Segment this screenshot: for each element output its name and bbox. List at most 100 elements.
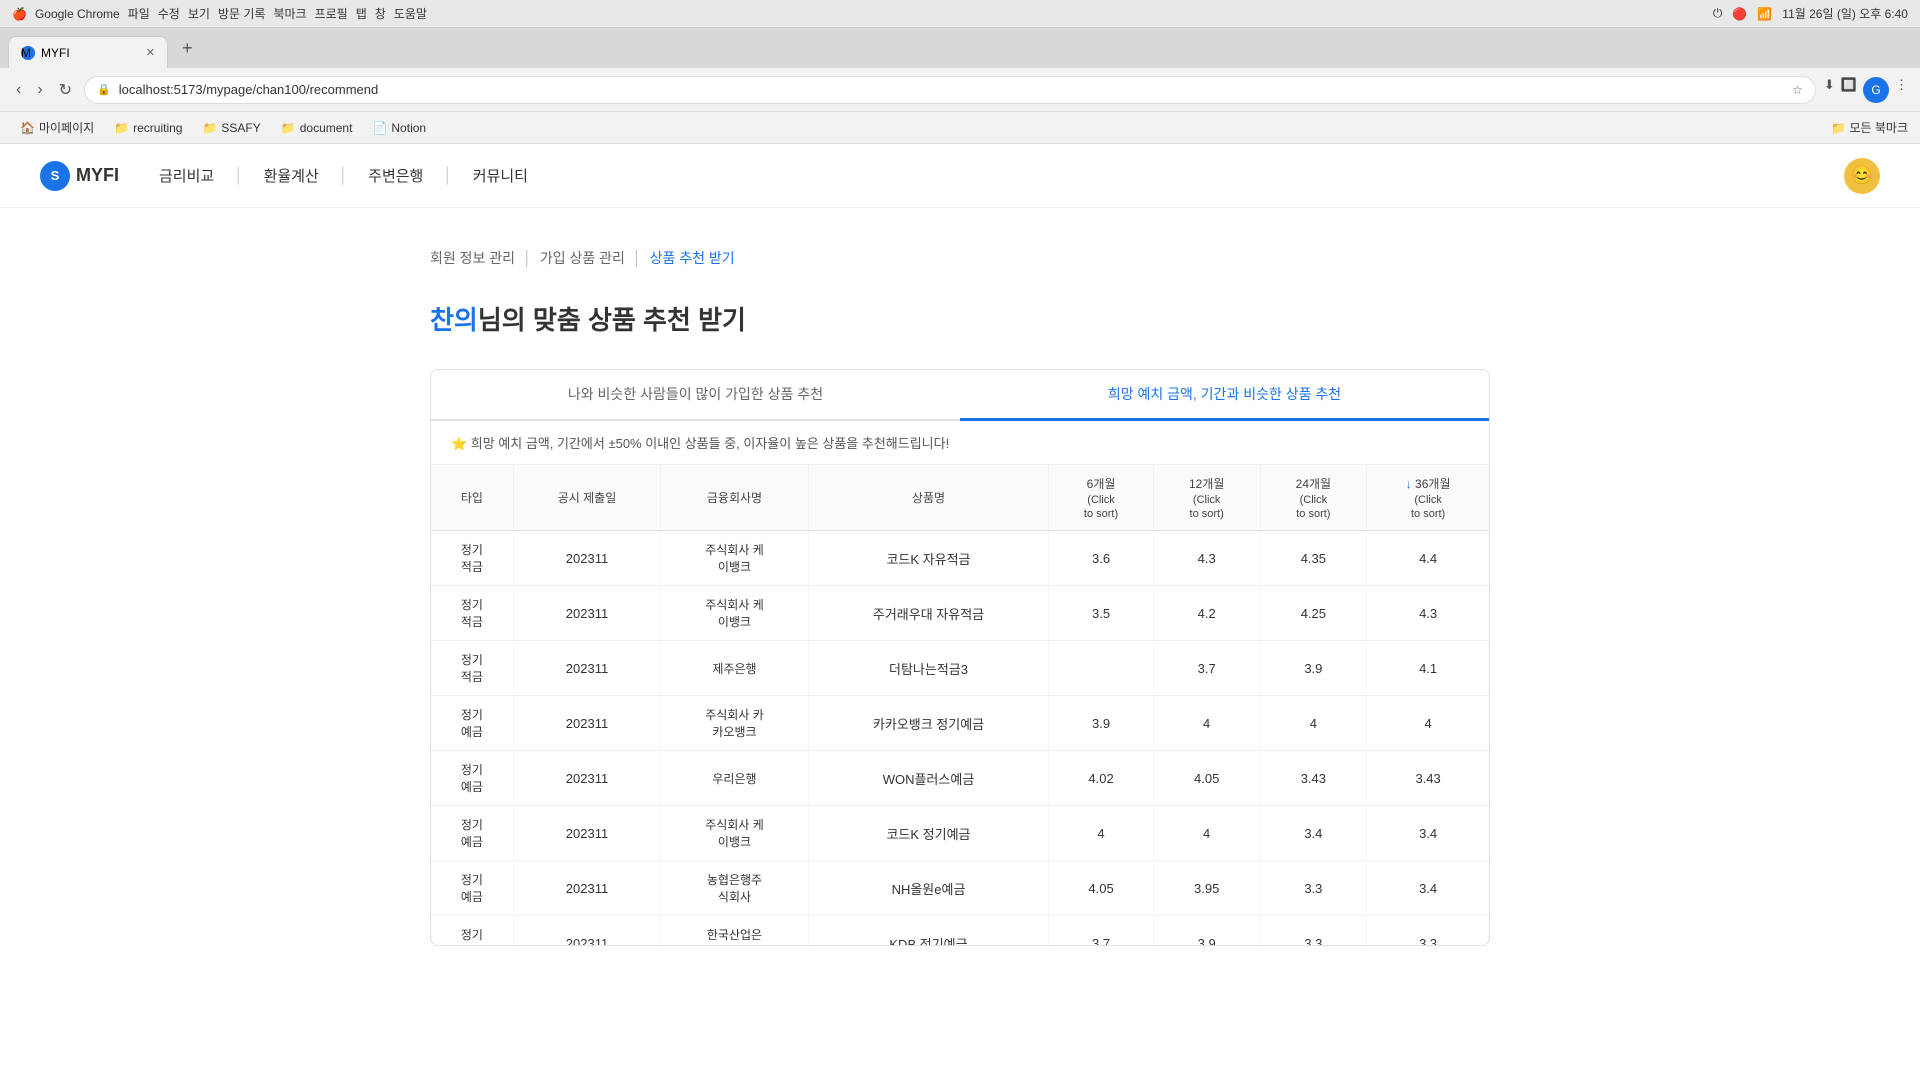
back-button[interactable]: ‹	[12, 77, 25, 103]
table-row: 정기 예금202311한국산업은 행KDB 정기예금3.73.93.33.3	[431, 916, 1489, 946]
notice-text: ⭐ 희망 예치 금액, 기간에서 ±50% 이내인 상품들 중, 이자율이 높은…	[451, 436, 949, 451]
toolbar-icons: ⬇ 🔲 G ⋮	[1824, 77, 1908, 103]
bookmark-mypage[interactable]: 🏠 마이페이지	[12, 116, 102, 139]
th-24month[interactable]: 24개월(Clickto sort)	[1260, 465, 1367, 531]
th-type: 타입	[431, 465, 513, 531]
table-cell-3-3: 카카오뱅크 정기예금	[808, 696, 1049, 751]
table-cell-4-0: 정기 예금	[431, 751, 513, 806]
table-cell-7-1: 202311	[513, 916, 660, 946]
breadcrumb-member-info[interactable]: 회원 정보 관리	[430, 248, 515, 268]
table-cell-2-3: 더탐나는적금3	[808, 641, 1049, 696]
breadcrumb-joined-products[interactable]: 가입 상품 관리	[540, 248, 625, 268]
table-cell-7-5: 3.9	[1153, 916, 1260, 946]
app-name: Google Chrome	[35, 7, 120, 21]
profile-circle[interactable]: G	[1863, 77, 1889, 103]
mypage-icon: 🏠	[20, 121, 35, 135]
menu-profile[interactable]: 프로필	[315, 5, 348, 22]
bookmark-recruiting[interactable]: 📁 recruiting	[106, 118, 190, 138]
bookmark-ssafy[interactable]: 📁 SSAFY	[194, 118, 268, 138]
main-navigation: 금리비교 │ 환율계산 │ 주변은행 │ 커뮤니티	[151, 161, 536, 190]
extensions-icon[interactable]: 🔲	[1841, 77, 1857, 103]
menu-history[interactable]: 방문 기록	[218, 5, 266, 22]
bookmarks-bar: 🏠 마이페이지 📁 recruiting 📁 SSAFY 📁 document …	[0, 112, 1920, 144]
table-row: 정기 적금202311제주은행더탐나는적금33.73.94.1	[431, 641, 1489, 696]
table-cell-2-6: 3.9	[1260, 641, 1367, 696]
table-cell-3-6: 4	[1260, 696, 1367, 751]
table-cell-2-0: 정기 적금	[431, 641, 513, 696]
nav-exchange-calc[interactable]: 환율계산	[256, 161, 327, 190]
table-cell-5-1: 202311	[513, 806, 660, 861]
menu-tab[interactable]: 탭	[356, 5, 367, 22]
menu-edit[interactable]: 수정	[158, 5, 180, 22]
menu-window[interactable]: 창	[375, 5, 386, 22]
table-cell-7-6: 3.3	[1260, 916, 1367, 946]
address-text: localhost:5173/mypage/chan100/recommend	[119, 82, 1784, 97]
table-cell-1-6: 4.25	[1260, 586, 1367, 641]
table-cell-7-2: 한국산업은 행	[661, 916, 808, 946]
table-cell-3-7: 4	[1367, 696, 1489, 751]
refresh-button[interactable]: ↻	[55, 76, 76, 104]
nav-community[interactable]: 커뮤니티	[465, 161, 536, 190]
nav-separator-2: │	[339, 167, 348, 184]
table-cell-0-0: 정기 적금	[431, 531, 513, 586]
menu-view[interactable]: 보기	[188, 5, 210, 22]
table-cell-1-1: 202311	[513, 586, 660, 641]
active-tab[interactable]: M MYFI ✕	[8, 36, 168, 68]
recommendation-panel: 나와 비슷한 사람들이 많이 가입한 상품 추천 희망 예치 금액, 기간과 비…	[430, 369, 1490, 946]
tab-favicon: M	[21, 46, 35, 60]
address-box[interactable]: 🔒 localhost:5173/mypage/chan100/recommen…	[84, 76, 1816, 104]
breadcrumb-sep-1: │	[523, 250, 532, 266]
menu-dots-icon[interactable]: ⋮	[1895, 77, 1908, 103]
th-12month[interactable]: 12개월(Clickto sort)	[1153, 465, 1260, 531]
tab-similar-amount[interactable]: 희망 예치 금액, 기간과 비슷한 상품 추천	[960, 370, 1489, 421]
download-icon[interactable]: ⬇	[1824, 77, 1835, 103]
table-cell-0-5: 4.3	[1153, 531, 1260, 586]
table-cell-0-1: 202311	[513, 531, 660, 586]
folder-icon-3: 📁	[281, 121, 296, 135]
table-cell-5-6: 3.4	[1260, 806, 1367, 861]
menu-file[interactable]: 파일	[128, 5, 150, 22]
nav-interest-compare[interactable]: 금리비교	[151, 161, 222, 190]
table-cell-5-5: 4	[1153, 806, 1260, 861]
th-product: 상품명	[808, 465, 1049, 531]
user-avatar[interactable]: 😊	[1844, 158, 1880, 194]
breadcrumb-current: 상품 추천 받기	[650, 248, 735, 268]
bookmark-notion-label: Notion	[391, 121, 426, 135]
address-bar-row: ‹ › ↻ 🔒 localhost:5173/mypage/chan100/re…	[0, 68, 1920, 112]
bookmark-star-icon[interactable]: ☆	[1792, 83, 1803, 97]
table-cell-3-1: 202311	[513, 696, 660, 751]
menu-bookmarks[interactable]: 북마크	[273, 5, 306, 22]
tab-similar-users[interactable]: 나와 비슷한 사람들이 많이 가입한 상품 추천	[431, 370, 960, 421]
table-cell-4-6: 3.43	[1260, 751, 1367, 806]
apple-icon[interactable]: 🍎	[12, 7, 27, 21]
th-date: 공시 제출일	[513, 465, 660, 531]
myfi-logo[interactable]: S MYFI	[40, 161, 119, 191]
all-bookmarks[interactable]: 📁 모든 북마크	[1831, 119, 1908, 136]
th-36month[interactable]: ↓ 36개월(Clickto sort)	[1367, 465, 1489, 531]
tab-close-button[interactable]: ✕	[146, 46, 155, 59]
page-title-rest: 님의 맞춤 상품 추천 받기	[478, 305, 746, 335]
control-icon: 🔴	[1732, 7, 1747, 21]
table-cell-7-3: KDB 정기예금	[808, 916, 1049, 946]
table-cell-0-7: 4.4	[1367, 531, 1489, 586]
table-cell-3-0: 정기 예금	[431, 696, 513, 751]
th-company: 금융회사명	[661, 465, 808, 531]
table-row: 정기 적금202311주식회사 케 이뱅크주거래우대 자유적금3.54.24.2…	[431, 586, 1489, 641]
table-scroll-area[interactable]: 타입 공시 제출일 금융회사명 상품명 6개월(Clickto sort) 12…	[431, 465, 1489, 945]
table-cell-2-7: 4.1	[1367, 641, 1489, 696]
nav-nearby-bank[interactable]: 주변은행	[360, 161, 431, 190]
th-6month[interactable]: 6개월(Clickto sort)	[1049, 465, 1154, 531]
products-table: 타입 공시 제출일 금융회사명 상품명 6개월(Clickto sort) 12…	[431, 465, 1489, 945]
table-cell-2-1: 202311	[513, 641, 660, 696]
table-cell-6-4: 4.05	[1049, 861, 1154, 916]
table-header-row: 타입 공시 제출일 금융회사명 상품명 6개월(Clickto sort) 12…	[431, 465, 1489, 531]
table-cell-1-7: 4.3	[1367, 586, 1489, 641]
table-cell-1-0: 정기 적금	[431, 586, 513, 641]
menu-help[interactable]: 도움말	[394, 5, 427, 22]
bookmark-document[interactable]: 📁 document	[273, 118, 361, 138]
table-row: 정기 적금202311주식회사 케 이뱅크코드K 자유적금3.64.34.354…	[431, 531, 1489, 586]
forward-button[interactable]: ›	[33, 77, 46, 103]
address-icons: ☆	[1792, 83, 1803, 97]
new-tab-button[interactable]: +	[174, 34, 201, 63]
bookmark-notion[interactable]: 📄 Notion	[364, 118, 434, 138]
